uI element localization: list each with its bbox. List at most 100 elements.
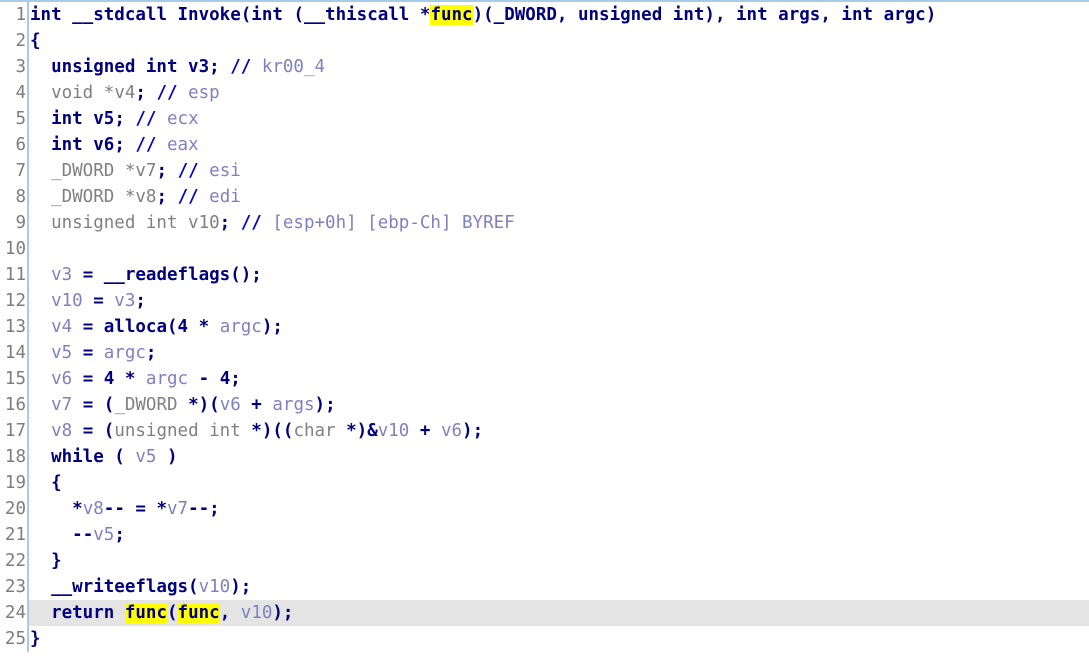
code-line-text[interactable]: int v6; // eax xyxy=(29,132,1089,158)
code-line[interactable]: 11 v3 = __readeflags(); xyxy=(0,262,1089,288)
line-number: 3 xyxy=(0,54,29,80)
code-token: _DWORD xyxy=(493,5,557,25)
code-token: v7 xyxy=(135,161,157,181)
highlighted-token[interactable]: func xyxy=(124,603,167,623)
highlighted-token[interactable]: func xyxy=(430,5,473,25)
code-token: void xyxy=(51,83,104,103)
code-token: ); xyxy=(230,577,252,597)
code-line-text[interactable]: } xyxy=(29,548,1089,574)
code-token: * xyxy=(72,499,83,519)
code-token: * xyxy=(124,187,136,207)
code-line[interactable]: 4 void *v4; // esp xyxy=(0,80,1089,106)
code-line-text[interactable]: void *v4; // esp xyxy=(29,80,1089,106)
code-token: ; xyxy=(114,109,136,129)
code-line[interactable]: 22 } xyxy=(0,548,1089,574)
code-line-text[interactable]: { xyxy=(29,28,1089,54)
code-token: *)(( xyxy=(251,421,294,441)
highlighted-token[interactable]: func xyxy=(177,603,220,623)
code-line[interactable]: 8 _DWORD *v8; // edi xyxy=(0,184,1089,210)
code-line[interactable]: 3 unsigned int v3; // kr00_4 xyxy=(0,54,1089,80)
line-number: 17 xyxy=(0,418,29,444)
code-line-text[interactable]: v5 = argc; xyxy=(29,340,1089,366)
decompiler-pseudocode-view[interactable]: 1 int __stdcall Invoke(int (__thiscall *f… xyxy=(0,0,1089,656)
code-line-text[interactable]: v3 = __readeflags(); xyxy=(29,262,1089,288)
code-token: ; xyxy=(135,83,146,103)
code-line[interactable]: 19 { xyxy=(0,470,1089,496)
code-token: { xyxy=(51,473,62,493)
code-line-text[interactable]: while ( v5 ) xyxy=(29,444,1089,470)
code-line-text[interactable]: v6 = 4 * argc - 4; xyxy=(29,366,1089,392)
code-line[interactable]: 6 int v6; // eax xyxy=(0,132,1089,158)
code-token: ( xyxy=(166,317,178,337)
code-line[interactable]: 18 while ( v5 ) xyxy=(0,444,1089,470)
code-token: v7 xyxy=(167,499,189,519)
code-token: } xyxy=(30,629,41,649)
code-line-text[interactable]: v10 = v3; xyxy=(29,288,1089,314)
code-token: * xyxy=(114,369,146,389)
code-line[interactable]: 17 v8 = (unsigned int *)((char *)&v10 + … xyxy=(0,418,1089,444)
code-token: _DWORD xyxy=(51,187,125,207)
code-line[interactable]: 13 v4 = alloca(4 * argc); xyxy=(0,314,1089,340)
code-line[interactable]: 24 return func(func, v10); xyxy=(0,600,1089,626)
code-line[interactable]: 23 __writeeflags(v10); xyxy=(0,574,1089,600)
code-token: // xyxy=(177,187,199,207)
code-line-text[interactable]: *v8-- = *v7--; xyxy=(29,496,1089,522)
code-line-text[interactable]: _DWORD *v7; // esi xyxy=(29,158,1089,184)
code-line[interactable]: 21 --v5; xyxy=(0,522,1089,548)
code-line[interactable]: 12 v10 = v3; xyxy=(0,288,1089,314)
code-token: [esp+0h] [ebp-Ch] BYREF xyxy=(261,213,515,233)
code-line-text[interactable]: } xyxy=(29,626,1089,652)
code-token: int xyxy=(51,109,94,129)
code-token: = xyxy=(72,343,104,363)
line-number: 6 xyxy=(0,132,29,158)
code-line-text[interactable]: unsigned int v3; // kr00_4 xyxy=(29,54,1089,80)
line-number: 15 xyxy=(0,366,29,392)
code-line[interactable]: 15 v6 = 4 * argc - 4; xyxy=(0,366,1089,392)
code-line-text[interactable]: int __stdcall Invoke(int (__thiscall *fu… xyxy=(29,2,1089,28)
code-token: unsigned int xyxy=(114,421,252,441)
code-line[interactable]: 2{ xyxy=(0,28,1089,54)
code-line-text[interactable]: _DWORD *v8; // edi xyxy=(29,184,1089,210)
line-number: 14 xyxy=(0,340,29,366)
code-token: + xyxy=(409,421,441,441)
code-line[interactable]: 9 unsigned int v10; // [esp+0h] [ebp-Ch]… xyxy=(0,210,1089,236)
line-number: 10 xyxy=(0,236,29,262)
code-line-text[interactable]: return func(func, v10); xyxy=(29,600,1089,626)
code-line[interactable]: 10 xyxy=(0,236,1089,262)
code-line-text[interactable]: v8 = (unsigned int *)((char *)&v10 + v6)… xyxy=(29,418,1089,444)
code-line-text[interactable]: v7 = (_DWORD *)(v6 + args); xyxy=(29,392,1089,418)
code-line[interactable]: 20 *v8-- = *v7--; xyxy=(0,496,1089,522)
line-number: 2 xyxy=(0,28,29,54)
code-token: -- = * xyxy=(103,499,167,519)
code-line-text[interactable]: __writeeflags(v10); xyxy=(29,574,1089,600)
code-token: v4 xyxy=(114,83,136,103)
code-token: , xyxy=(556,5,578,25)
code-token: // xyxy=(177,161,199,181)
code-line-text[interactable]: v4 = alloca(4 * argc); xyxy=(29,314,1089,340)
code-line[interactable]: 16 v7 = (_DWORD *)(v6 + args); xyxy=(0,392,1089,418)
code-token: v4 xyxy=(51,317,73,337)
code-token: esi xyxy=(198,161,241,181)
code-token: v10 xyxy=(51,291,83,311)
code-line[interactable]: 7 _DWORD *v7; // esi xyxy=(0,158,1089,184)
code-line-text[interactable]: --v5; xyxy=(29,522,1089,548)
code-token: *)( xyxy=(188,395,220,415)
code-line-text[interactable]: unsigned int v10; // [esp+0h] [ebp-Ch] B… xyxy=(29,210,1089,236)
code-token: v8 xyxy=(51,421,73,441)
code-line[interactable]: 14 v5 = argc; xyxy=(0,340,1089,366)
code-line-text[interactable]: int v5; // ecx xyxy=(29,106,1089,132)
code-token: v5 xyxy=(135,447,157,467)
code-line-text[interactable]: { xyxy=(29,470,1089,496)
code-line[interactable]: 1 int __stdcall Invoke(int (__thiscall *f… xyxy=(0,2,1089,28)
code-line[interactable]: 5 int v5; // ecx xyxy=(0,106,1089,132)
code-line[interactable]: 25} xyxy=(0,626,1089,652)
code-token: * xyxy=(124,161,136,181)
code-token: *)& xyxy=(346,421,378,441)
